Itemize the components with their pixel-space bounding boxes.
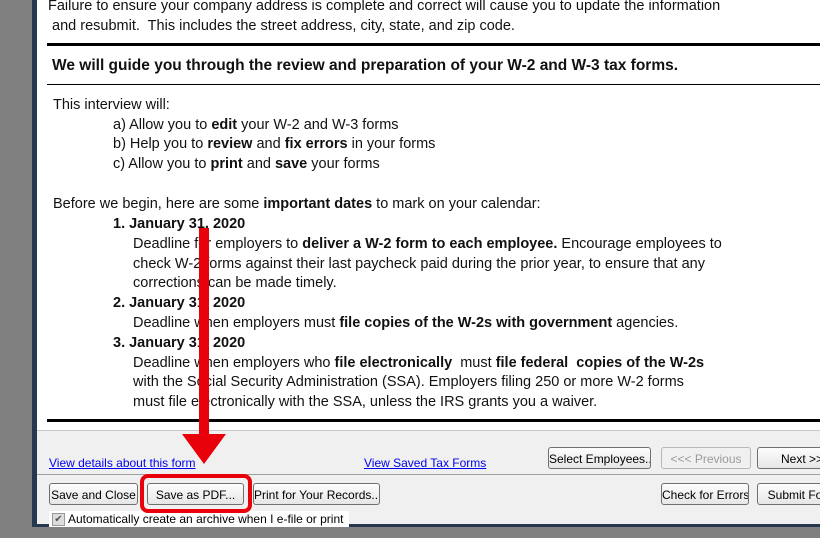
annotation-arrow — [199, 228, 209, 436]
date-desc: Deadline when employers who file electro… — [133, 355, 705, 371]
annotation-highlight-box — [140, 474, 252, 513]
annotation-arrow-head — [182, 434, 226, 464]
interview-item: c) Allow you to print and save your form… — [113, 156, 380, 172]
divider — [47, 84, 820, 85]
print-records-button[interactable]: Print for Your Records... — [253, 483, 380, 505]
submit-form-button[interactable]: Submit Form — [757, 483, 820, 505]
archive-checkbox[interactable]: ✔ — [52, 513, 65, 526]
date-title: 3. January 31, 2020 — [113, 335, 246, 351]
date-title: 2. January 31, 2020 — [113, 295, 246, 311]
intro-line: Failure to ensure your company address i… — [48, 0, 721, 14]
previous-button[interactable]: <<< Previous — [661, 447, 751, 469]
divider — [47, 419, 820, 422]
date-desc: Deadline when employers must file copies… — [133, 315, 679, 331]
archive-label: Automatically create an archive when I e… — [68, 512, 344, 526]
application-window: Failure to ensure your company address i… — [32, 0, 820, 527]
save-and-close-button[interactable]: Save and Close — [49, 483, 138, 505]
check-errors-button[interactable]: Check for Errors — [661, 483, 749, 505]
next-button[interactable]: Next >> — [757, 447, 820, 469]
intro-line: and resubmit. This includes the street a… — [48, 18, 515, 34]
date-desc: corrections can be made timely. — [133, 275, 337, 291]
interview-content: Failure to ensure your company address i… — [37, 0, 820, 431]
select-employees-button[interactable]: Select Employees... — [548, 447, 651, 469]
interview-item: a) Allow you to edit your W-2 and W-3 fo… — [113, 117, 399, 133]
archive-option[interactable]: ✔ Automatically create an archive when I… — [49, 511, 349, 527]
date-desc: Deadline for employers to deliver a W-2 … — [133, 236, 722, 252]
divider — [47, 43, 820, 46]
view-saved-forms-link[interactable]: View Saved Tax Forms — [364, 456, 486, 470]
view-details-link[interactable]: View details about this form — [49, 456, 196, 470]
page-heading: We will guide you through the review and… — [52, 57, 679, 74]
dates-lead: Before we begin, here are some important… — [53, 196, 541, 212]
date-desc: check W-2 forms against their last paych… — [133, 256, 705, 272]
date-desc: with the Social Security Administration … — [133, 374, 684, 390]
interview-lead: This interview will: — [53, 97, 170, 113]
interview-item: b) Help you to review and fix errors in … — [113, 136, 436, 152]
date-title: 1. January 31, 2020 — [113, 216, 246, 232]
